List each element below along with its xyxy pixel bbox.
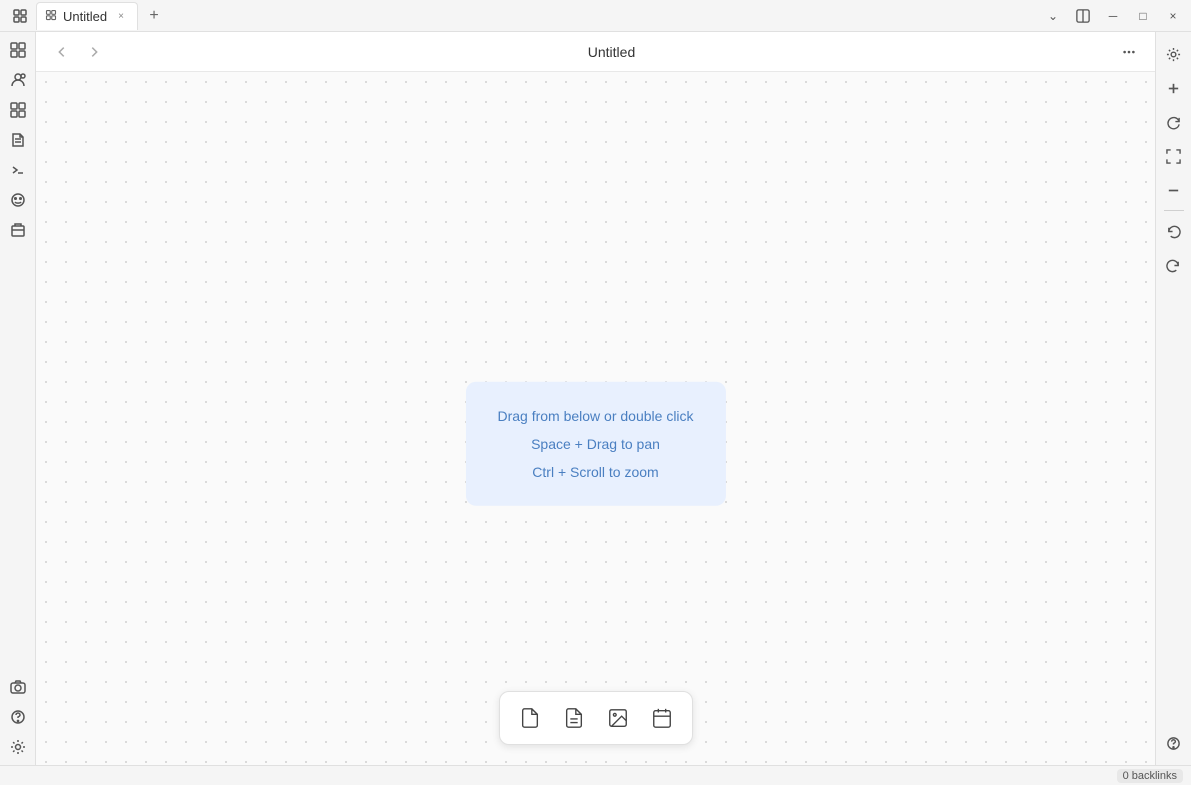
tab-icon — [45, 9, 57, 24]
zoom-in-icon[interactable] — [1160, 74, 1188, 102]
backlinks-badge: 0 backlinks — [1117, 769, 1183, 783]
hint-line3: Ctrl + Scroll to zoom — [497, 457, 693, 485]
maximize-button[interactable]: □ — [1129, 2, 1157, 30]
new-doc-tool[interactable] — [554, 698, 594, 738]
minimize-button[interactable]: ─ — [1099, 2, 1127, 30]
more-options-button[interactable] — [1115, 38, 1143, 66]
back-button[interactable] — [48, 38, 76, 66]
tab-dropdown-button[interactable]: ⌄ — [1039, 2, 1067, 30]
window-icon — [8, 4, 32, 28]
status-bar: 0 backlinks — [0, 765, 1191, 785]
people-icon[interactable] — [4, 66, 32, 94]
emoji-icon[interactable] — [4, 186, 32, 214]
help-right-icon[interactable] — [1160, 729, 1188, 757]
canvas[interactable]: Drag from below or double click Space + … — [36, 72, 1155, 765]
title-bar-left: Untitled × + — [0, 2, 166, 30]
package-icon[interactable] — [4, 216, 32, 244]
main-area: Untitled Drag from below or double click… — [0, 32, 1191, 765]
settings-bottom-icon[interactable] — [4, 733, 32, 761]
refresh-icon[interactable] — [1160, 108, 1188, 136]
right-divider — [1164, 210, 1184, 211]
canvas-area: Untitled Drag from below or double click… — [36, 32, 1155, 765]
hint-line2: Space + Drag to pan — [497, 429, 693, 457]
new-image-tool[interactable] — [598, 698, 638, 738]
split-view-button[interactable] — [1069, 2, 1097, 30]
title-bar: Untitled × + ⌄ ─ □ × — [0, 0, 1191, 32]
help-bottom-icon[interactable] — [4, 703, 32, 731]
undo-icon[interactable] — [1160, 217, 1188, 245]
new-tab-button[interactable]: + — [142, 4, 166, 28]
redo-icon[interactable] — [1160, 251, 1188, 279]
fit-screen-icon[interactable] — [1160, 142, 1188, 170]
tab-close-button[interactable]: × — [113, 8, 129, 24]
right-toolbar — [1155, 32, 1191, 765]
blocks-icon[interactable] — [4, 96, 32, 124]
camera-icon[interactable] — [4, 673, 32, 701]
hint-line1: Drag from below or double click — [497, 401, 693, 429]
tab-title: Untitled — [63, 9, 107, 24]
settings-right-icon[interactable] — [1160, 40, 1188, 68]
current-tab[interactable]: Untitled × — [36, 2, 138, 30]
page-title: Untitled — [112, 44, 1111, 60]
hint-tooltip: Drag from below or double click Space + … — [465, 381, 725, 505]
close-window-button[interactable]: × — [1159, 2, 1187, 30]
left-sidebar — [0, 32, 36, 765]
forward-button[interactable] — [80, 38, 108, 66]
bottom-toolbar — [499, 691, 693, 745]
terminal-icon[interactable] — [4, 156, 32, 184]
apps-icon[interactable] — [4, 36, 32, 64]
new-event-tool[interactable] — [642, 698, 682, 738]
title-bar-right: ⌄ ─ □ × — [1039, 2, 1191, 30]
zoom-out-icon[interactable] — [1160, 176, 1188, 204]
pages-icon[interactable] — [4, 126, 32, 154]
new-note-tool[interactable] — [510, 698, 550, 738]
top-toolbar: Untitled — [36, 32, 1155, 72]
